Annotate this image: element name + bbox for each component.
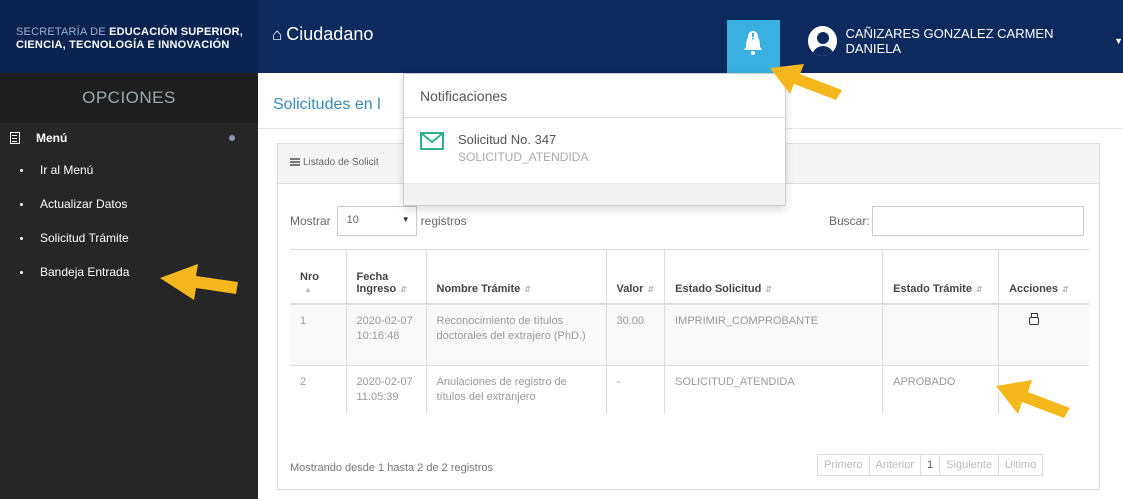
sort-icon: ⇵: [524, 284, 531, 294]
print-icon[interactable]: [1029, 312, 1040, 325]
table-header-row: Nro ▲ Fecha Ingreso ⇵ Nombre Trámite ⇵ Valo…: [290, 249, 1089, 305]
bullet-icon: [20, 236, 23, 240]
column-header-acciones[interactable]: Acciones ⇵: [998, 249, 1089, 305]
dot-icon: [229, 135, 235, 141]
app-title-text: Ciudadano: [286, 24, 374, 44]
column-header-nombre[interactable]: Nombre Trámite ⇵: [425, 249, 606, 305]
notifications-footer: [404, 183, 785, 205]
cell-nro: 2: [290, 365, 346, 414]
page-title: Solicitudes en l: [273, 96, 381, 113]
list-icon: [290, 158, 300, 167]
caret-down-icon: ▼: [1114, 36, 1123, 46]
cell-fecha: 2020-02-07 10:16:48: [345, 303, 426, 366]
brand-logo[interactable]: SECRETARÍA DE EDUCACIÓN SUPERIOR, CIENCI…: [0, 0, 258, 73]
cell-estado-solicitud: IMPRIMIR_COMPROBANTE: [664, 303, 883, 366]
sort-icon: ⇵: [400, 284, 407, 294]
column-header-fecha[interactable]: Fecha Ingreso ⇵: [345, 249, 426, 305]
sidebar-item-label: Ir al Menú: [40, 163, 94, 177]
cell-estado-solicitud: SOLICITUD_ATENDIDA: [664, 365, 883, 414]
sort-icon: ⇵: [647, 284, 655, 294]
table-row: 1 2020-02-07 10:16:48 Reconocimiento de …: [290, 303, 1089, 366]
search-label: Buscar:: [829, 214, 870, 228]
top-navbar: SECRETARÍA DE EDUCACIÓN SUPERIOR, CIENCI…: [0, 0, 1123, 73]
annotation-arrow-icon: [770, 64, 842, 100]
sidebar-item-label: Solicitud Trámite: [40, 231, 129, 245]
sort-icon: ⇵: [975, 284, 983, 294]
notification-item[interactable]: Solicitud No. 347 SOLICITUD_ATENDIDA: [420, 132, 588, 164]
bullet-icon: [20, 202, 23, 206]
brand-bold-text-2: CIENCIA, TECNOLOGÍA E INNOVACIÓN: [16, 39, 230, 51]
notifications-title: Notificaciones: [404, 74, 785, 118]
sort-icon: ⇵: [765, 284, 772, 294]
sidebar-item-label: Bandeja Entrada: [40, 265, 130, 279]
page-length-select[interactable]: 10 ▼: [336, 206, 417, 236]
notifications-dropdown: Notificaciones Solicitud No. 347 SOLICIT…: [403, 73, 786, 206]
sort-icon: ⇵: [1062, 284, 1069, 294]
bullet-icon: [20, 270, 23, 274]
brand-bold-text-1: EDUCACIÓN SUPERIOR,: [109, 26, 244, 38]
cell-acciones: [998, 303, 1089, 366]
pagination: Primero Anterior 1 Siguiente Último: [817, 454, 1044, 476]
sidebar-item-ir-al-menu[interactable]: Ir al Menú: [0, 153, 258, 187]
page-length-control: Mostrar 10 ▼ registros: [290, 206, 467, 236]
panel-title: Listado de Solicit: [303, 157, 379, 168]
annotation-arrow-icon: [996, 380, 1070, 418]
cell-estado-tramite: APROBADO: [882, 365, 999, 414]
pager-first-button[interactable]: Primero: [817, 454, 870, 476]
column-header-valor[interactable]: Valor ⇵: [605, 249, 665, 305]
cell-nro: 1: [290, 303, 346, 366]
column-header-nro[interactable]: Nro ▲: [290, 249, 346, 305]
pager-previous-button[interactable]: Anterior: [868, 454, 922, 476]
app-title[interactable]: ⌂ Ciudadano: [272, 24, 373, 45]
cell-nombre: Reconocimiento de títulos doctorales del…: [425, 303, 606, 366]
sort-asc-icon: ▲: [304, 284, 312, 294]
cell-nombre: Anulaciones de registro de títulos del e…: [425, 365, 606, 414]
pager-next-button[interactable]: Siguiente: [939, 454, 1000, 476]
envelope-icon: [420, 132, 444, 150]
sidebar-item-solicitud-tramite[interactable]: Solicitud Trámite: [0, 221, 258, 255]
sidebar-item-label: Actualizar Datos: [40, 197, 128, 211]
search-input[interactable]: [871, 206, 1084, 236]
sidebar-title: OPCIONES: [0, 73, 258, 123]
table-row: 2 2020-02-07 11:05:39 Anulaciones de reg…: [290, 365, 1089, 414]
table-info: Mostrando desde 1 hasta 2 de 2 registros: [290, 462, 494, 474]
show-label: Mostrar: [290, 214, 331, 228]
cell-fecha: 2020-02-07 11:05:39: [345, 365, 426, 414]
caret-down-icon: ▼: [401, 215, 410, 224]
user-menu[interactable]: CAÑIZARES GONZALEZ CARMEN DANIELA ▼: [808, 26, 1123, 56]
column-header-estado-solicitud[interactable]: Estado Solicitud ⇵: [664, 249, 883, 305]
cell-valor: 30.00: [605, 303, 665, 366]
cell-estado-tramite: [882, 303, 999, 366]
menu-icon: [10, 132, 20, 144]
search-control: Buscar:: [829, 206, 1084, 236]
requests-table: Nro ▲ Fecha Ingreso ⇵ Nombre Trámite ⇵ Valo…: [290, 249, 1089, 414]
page-length-value: 10: [346, 214, 359, 226]
notification-status: SOLICITUD_ATENDIDA: [458, 150, 589, 164]
cell-valor: -: [605, 365, 665, 414]
sidebar-menu-toggle[interactable]: Menú: [0, 123, 258, 153]
home-icon: ⌂: [272, 25, 283, 44]
sidebar-menu-label: Menú: [36, 131, 68, 145]
notification-title: Solicitud No. 347: [458, 132, 557, 147]
bell-icon: [744, 31, 762, 55]
column-header-estado-tramite[interactable]: Estado Trámite ⇵: [882, 249, 999, 305]
sidebar-item-actualizar-datos[interactable]: Actualizar Datos: [0, 187, 258, 221]
bullet-icon: [20, 168, 23, 172]
annotation-arrow-icon: [160, 264, 238, 300]
user-name: CAÑIZARES GONZALEZ CARMEN DANIELA: [845, 26, 1054, 56]
records-label: registros: [420, 214, 467, 228]
brand-light-text: SECRETARÍA DE: [16, 26, 106, 38]
pager-last-button[interactable]: Último: [998, 454, 1044, 476]
pager-page-button[interactable]: 1: [920, 454, 941, 476]
